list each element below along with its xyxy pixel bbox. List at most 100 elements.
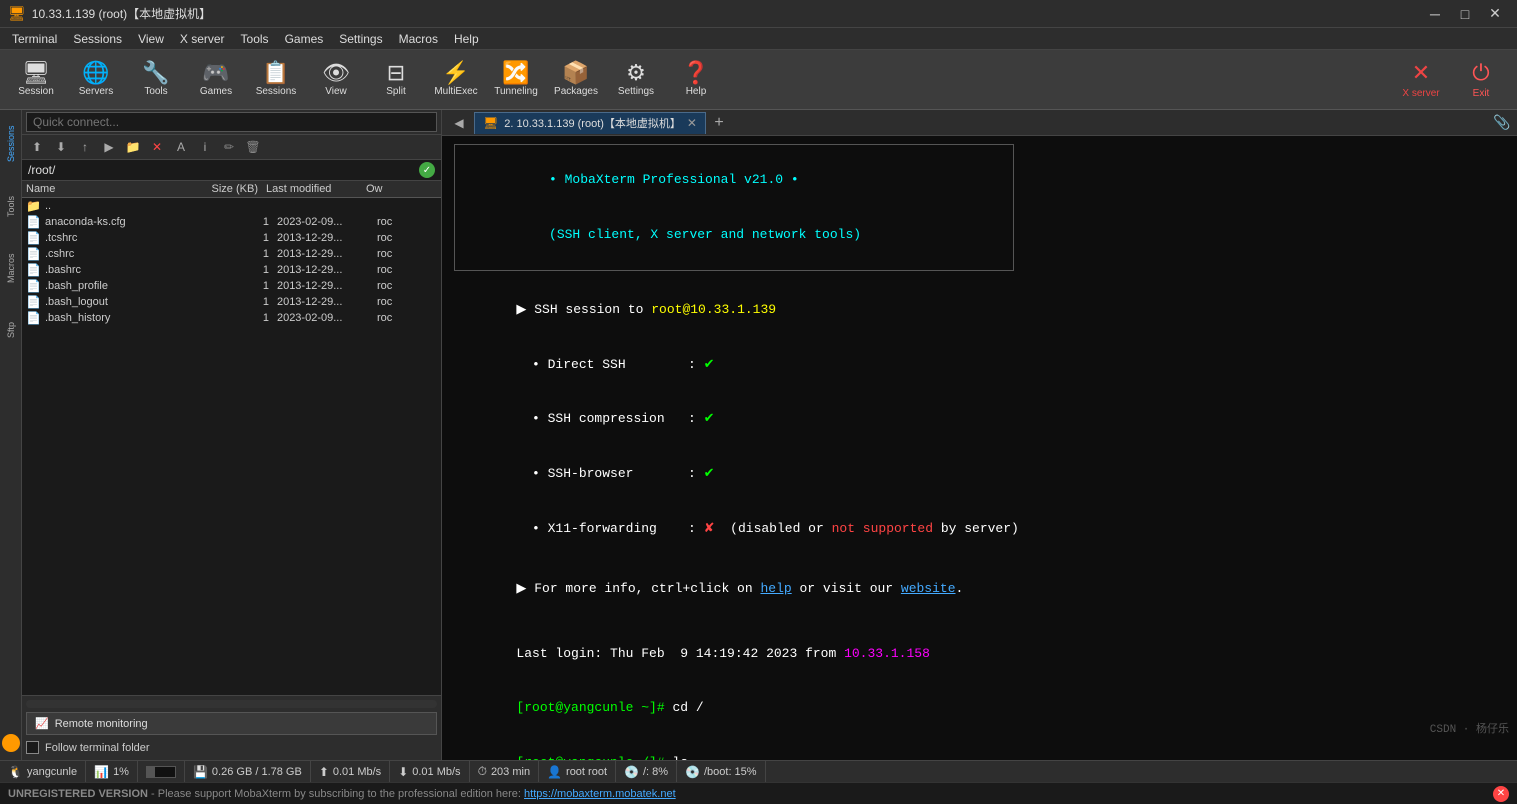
list-item[interactable]: 📄 anaconda-ks.cfg 1 2023-02-09... roc xyxy=(22,214,441,230)
xserver-label: X server xyxy=(1402,88,1439,99)
fp-delete-btn[interactable]: ✕ xyxy=(146,137,168,157)
tools-button[interactable]: 🔧 Tools xyxy=(128,54,184,106)
view-button[interactable]: 👁 View xyxy=(308,54,364,106)
folder-icon: 📁 xyxy=(26,199,41,213)
settings-button[interactable]: ⚙ Settings xyxy=(608,54,664,106)
path-ok-button[interactable]: ✓ xyxy=(419,162,435,178)
sidebar-item-sessions[interactable]: Sessions xyxy=(1,114,21,174)
fp-info-btn[interactable]: i xyxy=(194,137,216,157)
session-button[interactable]: 🖥 Session xyxy=(8,54,64,106)
status-memory: 💾 0.26 GB / 1.78 GB xyxy=(185,761,311,782)
status-userinfo: 👤 root root xyxy=(539,761,616,782)
welcome-line2: (SSH client, X server and network tools) xyxy=(471,208,997,263)
fp-upload-btn[interactable]: ⬆ xyxy=(26,137,48,157)
fp-edit-btn[interactable]: ✏ xyxy=(218,137,240,157)
close-button[interactable]: ✕ xyxy=(1481,4,1509,24)
multiexec-button[interactable]: ⚡ MultiExec xyxy=(428,54,484,106)
col-name-header[interactable]: Name xyxy=(26,183,186,195)
notice-bar: UNREGISTERED VERSION - Please support Mo… xyxy=(0,782,1517,804)
help-icon: ❓ xyxy=(682,62,709,84)
exit-label: Exit xyxy=(1473,88,1490,99)
menu-terminal[interactable]: Terminal xyxy=(4,30,65,48)
col-modified-header[interactable]: Last modified xyxy=(266,183,366,195)
fp-rename-btn[interactable]: A xyxy=(170,137,192,157)
packages-button[interactable]: 📦 Packages xyxy=(548,54,604,106)
tools-label: Tools xyxy=(144,86,167,97)
horizontal-scrollbar[interactable] xyxy=(26,700,437,708)
sessions-button[interactable]: 📋 Sessions xyxy=(248,54,304,106)
status-username: yangcunle xyxy=(27,766,77,778)
sessions-label: Sessions xyxy=(256,86,297,97)
tab-attach-button[interactable]: 📎 xyxy=(1491,112,1513,134)
session-icon: 🖥 xyxy=(22,62,50,84)
file-panel: ⬆ ⬇ ↑ ▶ 📁 ✕ A i ✏ 🗑 ✓ Name Size (KB) Las… xyxy=(22,110,442,760)
xserver-button[interactable]: ✕ X server xyxy=(1393,54,1449,106)
fp-trash-btn[interactable]: 🗑 xyxy=(242,137,264,157)
new-tab-button[interactable]: + xyxy=(708,112,730,134)
tunneling-button[interactable]: 🔀 Tunneling xyxy=(488,54,544,106)
col-size-header[interactable]: Size (KB) xyxy=(186,183,266,195)
games-button[interactable]: 🎮 Games xyxy=(188,54,244,106)
menu-xserver[interactable]: X server xyxy=(172,30,233,48)
welcome-line1: • MobaXterm Professional v21.0 • xyxy=(471,153,997,208)
remote-monitoring-label: Remote monitoring xyxy=(55,718,148,730)
status-userinfo-val: root root xyxy=(566,766,607,778)
fp-refresh-btn[interactable]: ▶ xyxy=(98,137,120,157)
sidebar-icons: Sessions Tools Macros Sftp xyxy=(0,110,22,760)
list-item[interactable]: 📄 .cshrc 1 2013-12-29... roc xyxy=(22,246,441,262)
status-memory-val: 0.26 GB / 1.78 GB xyxy=(212,766,302,778)
menu-settings[interactable]: Settings xyxy=(331,30,390,48)
menu-macros[interactable]: Macros xyxy=(391,30,446,48)
notice-link[interactable]: https://mobaxterm.mobatek.net xyxy=(524,788,676,800)
file-path-input[interactable] xyxy=(28,163,419,177)
remote-monitoring-button[interactable]: 📈 Remote monitoring xyxy=(26,712,437,735)
help-button[interactable]: ❓ Help xyxy=(668,54,724,106)
status-download-val: 0.01 Mb/s xyxy=(412,766,460,778)
menu-sessions[interactable]: Sessions xyxy=(65,30,130,48)
menu-help[interactable]: Help xyxy=(446,30,487,48)
list-item[interactable]: 📁 .. xyxy=(22,198,441,214)
sidebar-item-tools[interactable]: Tools xyxy=(1,176,21,236)
col-owner-header[interactable]: Ow xyxy=(366,183,406,195)
maximize-button[interactable]: □ xyxy=(1451,4,1479,24)
settings-label: Settings xyxy=(618,86,654,97)
exit-button[interactable]: ⏻ Exit xyxy=(1453,54,1509,106)
tab-left-button[interactable]: ◀ xyxy=(446,112,472,134)
sidebar-item-sftp[interactable]: Sftp xyxy=(1,300,21,360)
toolbar: 🖥 Session 🌐 Servers 🔧 Tools 🎮 Games 📋 Se… xyxy=(0,50,1517,110)
fp-download-btn[interactable]: ⬇ xyxy=(50,137,72,157)
menu-tools[interactable]: Tools xyxy=(233,30,277,48)
file-toolbar: ⬆ ⬇ ↑ ▶ 📁 ✕ A i ✏ 🗑 xyxy=(22,135,441,160)
user-icon: 🐧 xyxy=(8,765,23,779)
active-tab[interactable]: 🖥 2. 10.33.1.139 (root)【本地虚拟机】 ✕ xyxy=(474,112,706,134)
terminal-area: ◀ 🖥 2. 10.33.1.139 (root)【本地虚拟机】 ✕ + 📎 •… xyxy=(442,110,1517,760)
fp-new-dir-btn[interactable]: 📁 xyxy=(122,137,144,157)
status-user: 🐧 yangcunle xyxy=(0,761,86,782)
file-icon: 📄 xyxy=(26,311,41,325)
menu-view[interactable]: View xyxy=(130,30,172,48)
menu-games[interactable]: Games xyxy=(277,30,332,48)
split-button[interactable]: ⊟ Split xyxy=(368,54,424,106)
fp-up-dir-btn[interactable]: ↑ xyxy=(74,137,96,157)
tab-close-button[interactable]: ✕ xyxy=(687,116,697,130)
sidebar-item-macros[interactable]: Macros xyxy=(1,238,21,298)
minimize-button[interactable]: ─ xyxy=(1421,4,1449,24)
window-controls: ─ □ ✕ xyxy=(1421,4,1509,24)
session-label: Session xyxy=(18,86,54,97)
split-icon: ⊟ xyxy=(387,62,405,84)
main-layout: Sessions Tools Macros Sftp ⬆ ⬇ ↑ ▶ 📁 ✕ A… xyxy=(0,110,1517,760)
list-item[interactable]: 📄 .bash_history 1 2023-02-09... roc xyxy=(22,310,441,326)
games-label: Games xyxy=(200,86,232,97)
list-item[interactable]: 📄 .bashrc 1 2013-12-29... roc xyxy=(22,262,441,278)
multiexec-icon: ⚡ xyxy=(442,62,469,84)
terminal-content[interactable]: • MobaXterm Professional v21.0 • (SSH cl… xyxy=(442,136,1517,760)
disk-icon: 💿 xyxy=(624,765,639,779)
list-item[interactable]: 📄 .bash_logout 1 2013-12-29... roc xyxy=(22,294,441,310)
list-item[interactable]: 📄 .tcshrc 1 2013-12-29... roc xyxy=(22,230,441,246)
follow-terminal-checkbox[interactable] xyxy=(26,741,39,754)
servers-button[interactable]: 🌐 Servers xyxy=(68,54,124,106)
tunneling-icon: 🔀 xyxy=(502,62,529,84)
quick-connect-input[interactable] xyxy=(26,112,437,132)
notice-close-button[interactable]: ✕ xyxy=(1493,786,1509,802)
list-item[interactable]: 📄 .bash_profile 1 2013-12-29... roc xyxy=(22,278,441,294)
